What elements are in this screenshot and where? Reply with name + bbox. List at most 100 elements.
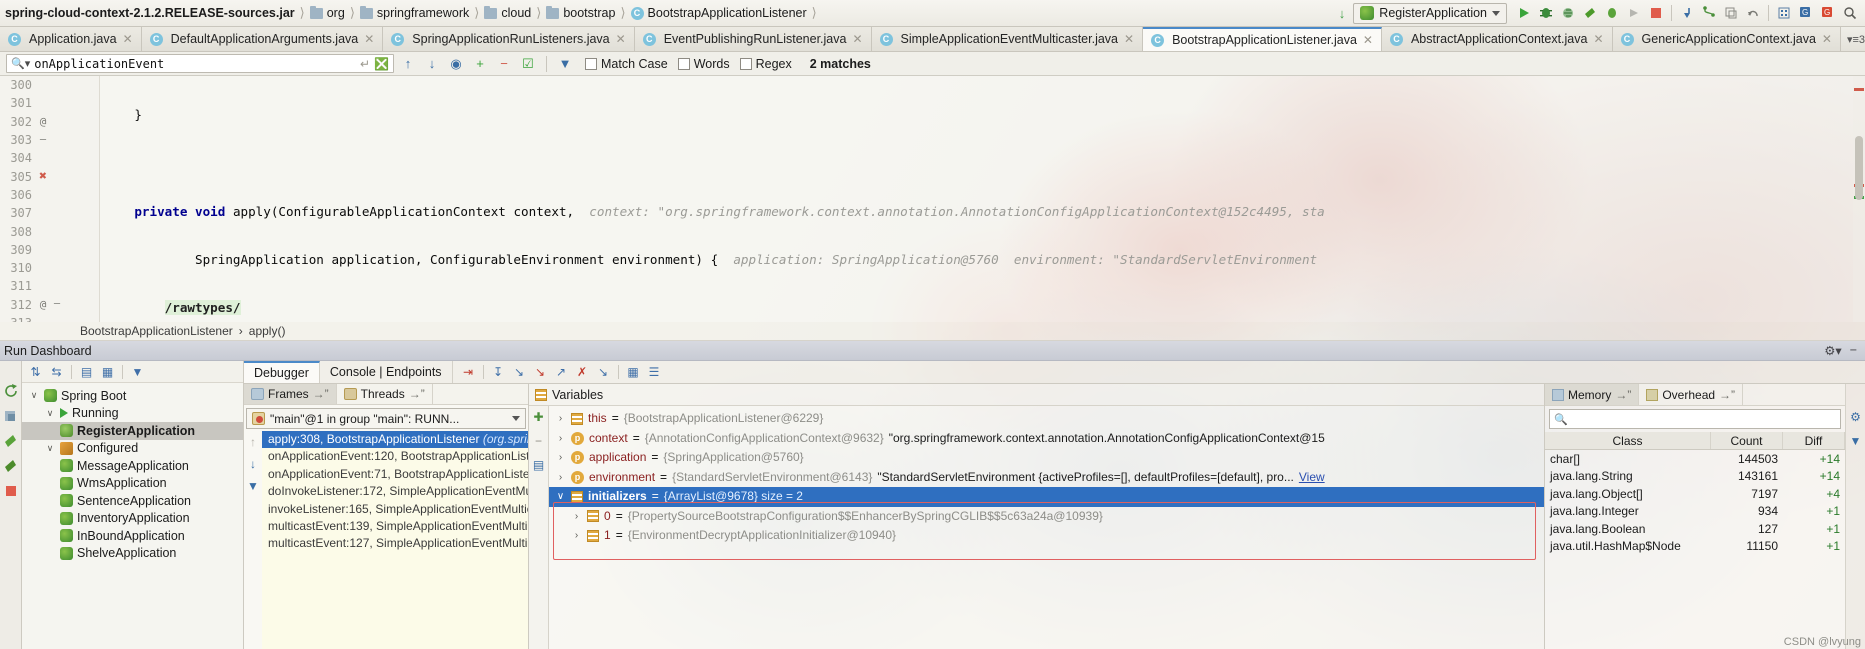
settings-gear-icon[interactable]: ⚙▾: [1824, 343, 1841, 358]
column-header-count[interactable]: Count: [1711, 432, 1783, 449]
debug-icon[interactable]: [1535, 2, 1557, 24]
settings-gear-icon[interactable]: ⚙: [1850, 410, 1861, 424]
frame-row[interactable]: doInvokeListener:172, SimpleApplicationE…: [262, 483, 528, 500]
run-to-cursor-icon[interactable]: ↘: [594, 363, 613, 381]
variable-row-initializers[interactable]: ∨ initializers = {ArrayList@9678} size =…: [549, 487, 1544, 507]
search-everywhere-icon[interactable]: [1839, 2, 1861, 24]
tree-item-registerapplication[interactable]: RegisterApplication: [22, 422, 243, 440]
translate-icon[interactable]: G: [1817, 2, 1839, 24]
pin-icon[interactable]: →”: [1719, 388, 1735, 402]
chevron-down-icon[interactable]: [1492, 10, 1500, 16]
memory-table[interactable]: Class Count Diff char[] 144503 +14 java.…: [1545, 432, 1845, 649]
rerun-icon[interactable]: [3, 383, 19, 399]
view-link[interactable]: View: [1299, 468, 1325, 488]
variable-row-environment[interactable]: › p environment = {StandardServletEnviro…: [549, 468, 1544, 488]
variables-tree[interactable]: › this = {BootstrapApplicationListener@6…: [549, 406, 1544, 649]
memory-table-row[interactable]: java.lang.Object[] 7197 +4: [1545, 485, 1845, 503]
google-translate-icon[interactable]: G: [1795, 2, 1817, 24]
show-configurations-icon[interactable]: ▤: [77, 363, 96, 381]
column-header-class[interactable]: Class: [1545, 432, 1711, 449]
download-sources-icon[interactable]: ↓: [1339, 6, 1346, 21]
frame-row[interactable]: apply:308, BootstrapApplicationListener …: [262, 431, 528, 449]
stop-icon[interactable]: [1645, 2, 1667, 24]
code-fold-icon[interactable]: ─: [32, 135, 54, 146]
debug-app-icon[interactable]: [3, 458, 19, 474]
tab-overhead[interactable]: Overhead →”: [1639, 384, 1744, 405]
tree-item-running[interactable]: ∨ Running: [22, 405, 243, 423]
move-up-icon[interactable]: ↑: [250, 435, 256, 449]
run-dashboard-tree[interactable]: ∨ Spring Boot ∨ Running RegisterApplicat…: [22, 383, 243, 562]
chevron-right-icon[interactable]: ›: [555, 409, 566, 429]
thread-selector[interactable]: "main"@1 in group "main": RUNN...: [246, 408, 526, 429]
editor-tab-application[interactable]: C Application.java ✕: [0, 27, 142, 51]
drop-frame-icon[interactable]: ✗: [573, 363, 592, 381]
breadcrumb-item-jar[interactable]: spring-cloud-context-2.1.2.RELEASE-sourc…: [2, 0, 298, 26]
attach-debugger-icon[interactable]: [1601, 2, 1623, 24]
coverage-icon[interactable]: [1557, 2, 1579, 24]
remove-watch-icon[interactable]: −: [535, 434, 542, 448]
editor-tab-defaultapplicationarguments[interactable]: C DefaultApplicationArguments.java ✕: [141, 27, 384, 51]
clear-search-icon[interactable]: ❎: [374, 57, 389, 71]
prev-match-icon[interactable]: ↑: [398, 54, 418, 74]
close-icon[interactable]: ✕: [616, 32, 626, 46]
frame-row[interactable]: multicastEvent:127, SimpleApplicationEve…: [262, 535, 528, 552]
editor-tab-bootstrapapplicationlistener[interactable]: C BootstrapApplicationListener.java ✕: [1143, 27, 1382, 51]
tab-frames[interactable]: Frames →”: [244, 384, 337, 404]
database-icon[interactable]: [1773, 2, 1795, 24]
add-watch-icon[interactable]: ✚: [533, 410, 543, 424]
close-icon[interactable]: ✕: [1363, 33, 1373, 47]
tree-item-shelveapplication[interactable]: ShelveApplication: [22, 545, 243, 563]
frame-row[interactable]: invokeListener:165, SimpleApplicationEve…: [262, 501, 528, 518]
chevron-right-icon[interactable]: ›: [555, 429, 566, 449]
tab-memory[interactable]: Memory →”: [1545, 384, 1640, 405]
scrollbar-thumb[interactable]: [1855, 136, 1863, 200]
step-into-icon[interactable]: ↘: [510, 363, 529, 381]
breadcrumb-item-bootstrap[interactable]: bootstrap: [543, 0, 618, 26]
move-down-icon[interactable]: ↓: [250, 457, 256, 471]
frame-row[interactable]: onApplicationEvent:120, BootstrapApplica…: [262, 448, 528, 465]
history-icon[interactable]: ↵: [360, 57, 370, 71]
remove-selection-icon[interactable]: −: [494, 54, 514, 74]
filter-icon[interactable]: ▼: [1850, 434, 1862, 448]
memory-table-row[interactable]: java.lang.Integer 934 +1: [1545, 503, 1845, 521]
tree-item-wmsapplication[interactable]: WmsApplication: [22, 475, 243, 493]
evaluate-expression-icon[interactable]: ▦: [624, 363, 643, 381]
group-by-icon[interactable]: ▦: [98, 363, 117, 381]
pin-icon[interactable]: →”: [313, 387, 329, 401]
search-input[interactable]: 🔍▾ onApplicationEvent ↵ ❎: [6, 54, 394, 73]
close-icon[interactable]: ✕: [1822, 32, 1832, 46]
run-icon[interactable]: [1513, 2, 1535, 24]
tree-item-configured[interactable]: ∨ Configured: [22, 440, 243, 458]
chevron-right-icon[interactable]: ›: [571, 507, 582, 527]
branch-icon[interactable]: [1698, 2, 1720, 24]
override-marker-icon[interactable]: @: [32, 298, 54, 311]
filter-icon[interactable]: ▼: [555, 54, 575, 74]
inspect-icon[interactable]: ▤: [533, 458, 544, 472]
chevron-down-icon[interactable]: ∨: [44, 408, 56, 419]
override-marker-icon[interactable]: @: [32, 115, 54, 128]
tree-item-inventoryapplication[interactable]: InventoryApplication: [22, 510, 243, 528]
breadcrumb-item-org[interactable]: org: [307, 0, 348, 26]
variable-row-this[interactable]: › this = {BootstrapApplicationListener@6…: [549, 409, 1544, 429]
variable-row-index-1[interactable]: › 1 = {EnvironmentDecryptApplicationInit…: [549, 526, 1544, 546]
variable-row-index-0[interactable]: › 0 = {PropertySourceBootstrapConfigurat…: [549, 507, 1544, 527]
frame-row[interactable]: onApplicationEvent:71, BootstrapApplicat…: [262, 466, 528, 483]
breadcrumb-class[interactable]: BootstrapApplicationListener: [80, 324, 233, 338]
memory-table-row[interactable]: char[] 144503 +14: [1545, 450, 1845, 468]
variable-row-application[interactable]: › p application = {SpringApplication@576…: [549, 448, 1544, 468]
hide-icon[interactable]: −: [1850, 343, 1857, 358]
tab-debugger[interactable]: Debugger: [244, 361, 320, 383]
memory-table-row[interactable]: java.util.HashMap$Node 11150 +1: [1545, 538, 1845, 556]
rerun-icon[interactable]: [1623, 2, 1645, 24]
code-text-area[interactable]: } private void apply(ConfigurableApplica…: [100, 76, 1865, 322]
chevron-down-icon[interactable]: [512, 416, 520, 421]
breadcrumb-method[interactable]: apply(): [249, 324, 286, 338]
memory-table-row[interactable]: java.lang.String 143161 +14: [1545, 468, 1845, 486]
expand-all-icon[interactable]: ⇅: [26, 363, 45, 381]
tab-list-icon[interactable]: ▾≡3: [1847, 33, 1865, 46]
chevron-down-icon[interactable]: ∨: [44, 443, 56, 454]
chevron-down-icon[interactable]: ∨: [555, 487, 566, 507]
chevron-right-icon[interactable]: ›: [555, 468, 566, 488]
show-execution-point-icon[interactable]: ⇥: [459, 363, 478, 381]
next-match-icon[interactable]: ↓: [422, 54, 442, 74]
